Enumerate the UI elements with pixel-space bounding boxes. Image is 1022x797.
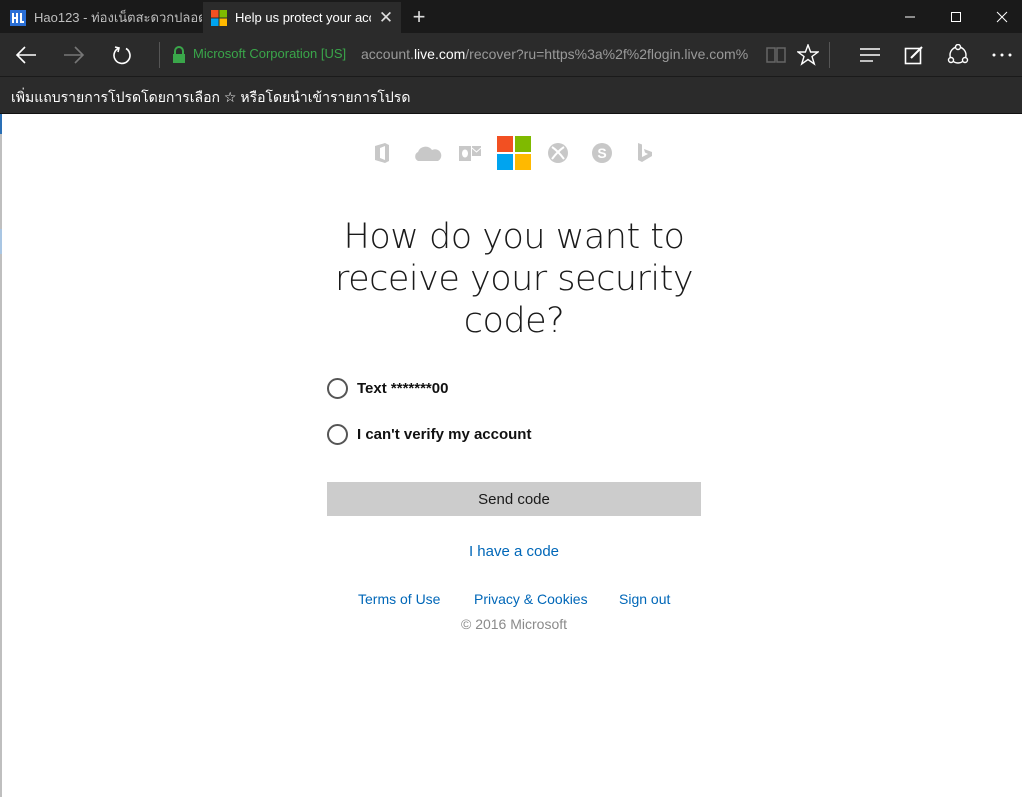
- heading-line: code?: [463, 301, 565, 341]
- tab-title: Help us protect your account: [235, 10, 371, 25]
- tab-title: Hao123 - ท่องเน็ตสะดวกปลอดภัย: [34, 10, 202, 25]
- maximize-icon: [951, 11, 961, 22]
- reading-view-icon: [766, 46, 786, 63]
- bing-icon: [627, 135, 663, 171]
- copyright: © 2016 Microsoft: [460, 616, 568, 632]
- address-bar[interactable]: account.live.com/recover?ru=https%3a%2f%…: [361, 46, 751, 62]
- url-path: /recover?ru=https%3a%2f%2flogin.live.com…: [465, 46, 749, 62]
- xbox-icon: [540, 135, 576, 171]
- option-label: Text *******00: [357, 379, 449, 397]
- url-host: live.com: [413, 46, 466, 62]
- close-icon: [996, 11, 1008, 22]
- hub-icon: [860, 47, 880, 62]
- office-icon: [364, 135, 400, 171]
- tab-microsoft-account[interactable]: Help us protect your account ✕: [203, 2, 401, 33]
- page-heading: How do you want to receive your security…: [311, 216, 717, 342]
- radio-button[interactable]: [327, 423, 348, 445]
- back-arrow-icon: [15, 45, 36, 64]
- web-note-button[interactable]: [894, 33, 934, 76]
- have-code-container: I have a code: [0, 543, 1022, 561]
- product-icons: S: [0, 135, 1022, 171]
- radio-button[interactable]: [327, 377, 348, 399]
- skype-icon: S: [584, 135, 620, 171]
- heading-line: receive your security: [334, 259, 694, 299]
- more-icon: [992, 53, 1012, 56]
- svg-text:S: S: [597, 145, 606, 161]
- left-edge: [0, 114, 2, 797]
- refresh-button[interactable]: [102, 33, 142, 76]
- option-label: I can't verify my account: [357, 425, 532, 443]
- hao123-favicon: [10, 9, 26, 26]
- tab-bar: Hao123 - ท่องเน็ตสะดวกปลอดภัย Help us pr…: [0, 0, 1022, 33]
- microsoft-logo: [496, 135, 532, 171]
- sign-out-link[interactable]: Sign out: [619, 591, 670, 607]
- forward-arrow-icon: [64, 45, 85, 64]
- back-button[interactable]: [6, 33, 46, 76]
- lock-icon: [173, 46, 185, 63]
- send-code-button[interactable]: Send code: [327, 482, 701, 516]
- option-text-phone[interactable]: Text *******00: [327, 376, 448, 400]
- toolbar-divider: [829, 42, 830, 68]
- url-prefix: account.: [361, 46, 414, 62]
- privacy-cookies-link[interactable]: Privacy & Cookies: [474, 591, 588, 607]
- microsoft-favicon: [211, 9, 227, 26]
- share-button[interactable]: [938, 33, 978, 76]
- favorite-button[interactable]: [788, 33, 828, 76]
- maximize-button[interactable]: [933, 0, 979, 33]
- outlook-icon: [452, 135, 488, 171]
- onedrive-icon: [409, 135, 445, 171]
- new-tab-button[interactable]: +: [408, 2, 430, 33]
- favorites-bar: เพิ่มแถบรายการโปรดโดยการเลือก ☆ หรือโดยน…: [0, 76, 1022, 114]
- navigation-bar: Microsoft Corporation [US] account.live.…: [0, 33, 1022, 76]
- minimize-button[interactable]: [887, 0, 933, 33]
- have-code-link[interactable]: I have a code: [469, 543, 559, 560]
- web-note-icon: [904, 45, 923, 64]
- forward-button[interactable]: [54, 33, 94, 76]
- refresh-icon: [113, 45, 131, 64]
- more-button[interactable]: [982, 33, 1022, 76]
- tab-hao123[interactable]: Hao123 - ท่องเน็ตสะดวกปลอดภัย: [2, 2, 202, 33]
- tab-close-icon[interactable]: ✕: [371, 8, 401, 28]
- minimize-icon: [905, 16, 915, 17]
- star-icon: [797, 43, 819, 66]
- site-identity[interactable]: Microsoft Corporation [US]: [193, 46, 346, 61]
- hub-button[interactable]: [850, 33, 890, 76]
- toolbar-divider: [159, 42, 160, 68]
- heading-line: How do you want to: [343, 217, 685, 257]
- terms-of-use-link[interactable]: Terms of Use: [358, 591, 440, 607]
- page-content: S How do you want to receive your securi…: [0, 114, 1022, 797]
- share-icon: [947, 43, 969, 64]
- close-window-button[interactable]: [979, 0, 1022, 33]
- option-cant-verify[interactable]: I can't verify my account: [327, 422, 531, 446]
